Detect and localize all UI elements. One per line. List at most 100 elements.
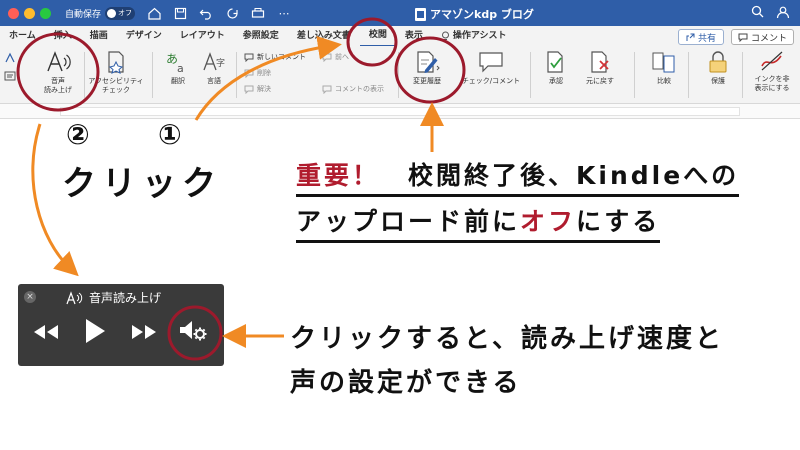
step-2-number: ② bbox=[66, 118, 90, 151]
zoom-window-button[interactable] bbox=[40, 7, 51, 19]
compare-button[interactable]: 比較 bbox=[646, 50, 682, 86]
show-comments-button[interactable]: コメントの表示 bbox=[322, 84, 384, 94]
hide-ink-button[interactable]: インクを非 表示にする bbox=[746, 50, 798, 93]
click-instruction: クリック bbox=[62, 164, 222, 204]
new-comment-icon bbox=[244, 53, 254, 62]
tab-references[interactable]: 参照設定 bbox=[234, 26, 288, 46]
svg-text:字: 字 bbox=[216, 57, 225, 69]
word-count-icon[interactable] bbox=[4, 70, 16, 82]
home-icon[interactable] bbox=[147, 6, 161, 20]
language-label: 言語 bbox=[207, 77, 221, 85]
play-icon bbox=[86, 319, 105, 343]
hide-ink-label-2: 表示にする bbox=[754, 84, 790, 92]
voice-settings-button[interactable] bbox=[178, 318, 208, 348]
autosave-toggle[interactable]: オフ bbox=[105, 6, 136, 20]
important-label: 重要！ bbox=[296, 161, 381, 190]
divider bbox=[688, 52, 689, 98]
show-comments-icon bbox=[322, 85, 332, 94]
play-button[interactable] bbox=[84, 318, 106, 348]
tab-layout[interactable]: レイアウト bbox=[171, 26, 234, 46]
delete-comment-button[interactable]: 削除 bbox=[244, 68, 271, 78]
lightbulb-icon bbox=[441, 31, 449, 40]
rewind-button[interactable] bbox=[32, 322, 60, 346]
show-comments-label: コメントの表示 bbox=[335, 85, 384, 93]
read-aloud-button[interactable]: 音声 読み上げ bbox=[36, 50, 80, 95]
previous-comment-button[interactable]: 前へ bbox=[322, 52, 349, 62]
important-note-line-1: 重要！ 校閲終了後、Kindleへの bbox=[296, 156, 740, 197]
settings-description-line-2: 声の設定ができる bbox=[290, 368, 522, 398]
protect-label: 保護 bbox=[711, 77, 725, 85]
tab-view[interactable]: 表示 bbox=[396, 26, 432, 46]
accept-label: 承認 bbox=[549, 77, 563, 85]
accessibility-check-button[interactable]: アクセシビリティ チェック bbox=[84, 50, 148, 95]
divider bbox=[398, 52, 399, 98]
protect-button[interactable]: 保護 bbox=[700, 50, 736, 86]
read-aloud-icon bbox=[66, 290, 83, 304]
word-document-icon bbox=[415, 7, 426, 21]
fast-forward-button[interactable] bbox=[130, 322, 158, 346]
tab-design[interactable]: デザイン bbox=[117, 26, 171, 46]
tab-tell-me-label: 操作アシスト bbox=[452, 31, 507, 41]
tab-home[interactable]: ホーム bbox=[0, 26, 45, 46]
share-icon bbox=[686, 33, 695, 41]
window-controls bbox=[8, 7, 51, 19]
more-icon[interactable]: ⋯ bbox=[277, 6, 291, 20]
new-comment-button[interactable]: 新しいコメント bbox=[244, 52, 306, 62]
track-changes-button[interactable]: 変更履歴 bbox=[402, 50, 452, 86]
comments-button[interactable]: コメント bbox=[730, 29, 794, 45]
accept-button[interactable]: 承認 bbox=[536, 50, 576, 86]
redo-icon[interactable] bbox=[225, 6, 239, 20]
ribbon-review: 音声 読み上げ アクセシビリティ チェック あ a 翻訳 字 言語 新しいコメン… bbox=[0, 46, 800, 104]
read-aloud-label-1: 音声 bbox=[51, 77, 65, 85]
accessibility-icon bbox=[108, 51, 124, 74]
ruler[interactable] bbox=[0, 104, 800, 119]
translate-button[interactable]: あ a 翻訳 bbox=[160, 50, 196, 86]
rewind-icon bbox=[34, 325, 58, 339]
document-title-text: アマゾンkdp ブログ bbox=[430, 8, 534, 21]
undo-icon[interactable] bbox=[199, 6, 213, 20]
tab-draw[interactable]: 描画 bbox=[81, 26, 117, 46]
markup-comments-button[interactable]: チェック/コメント bbox=[458, 50, 524, 86]
spelling-icon[interactable] bbox=[4, 52, 16, 64]
divider bbox=[634, 52, 635, 98]
tab-insert[interactable]: 挿入 bbox=[45, 26, 81, 46]
close-panel-button[interactable]: × bbox=[24, 291, 36, 303]
hide-ink-icon bbox=[761, 51, 783, 71]
tab-tell-me[interactable]: 操作アシスト bbox=[432, 26, 516, 46]
markup-comments-label: チェック/コメント bbox=[461, 77, 521, 85]
language-icon: 字 bbox=[203, 52, 225, 71]
lock-icon bbox=[709, 51, 727, 73]
save-icon[interactable] bbox=[173, 6, 187, 20]
tab-review[interactable]: 校閲 bbox=[359, 25, 396, 47]
print-icon[interactable] bbox=[251, 6, 265, 20]
divider bbox=[236, 52, 237, 98]
resolve-comment-button[interactable]: 解決 bbox=[244, 84, 271, 94]
accessibility-label-1: アクセシビリティ bbox=[88, 77, 144, 85]
read-aloud-icon bbox=[47, 51, 71, 72]
proofing-group bbox=[4, 52, 16, 82]
read-aloud-panel-title-text: 音声読み上げ bbox=[89, 291, 162, 305]
close-window-button[interactable] bbox=[8, 7, 19, 19]
language-button[interactable]: 字 言語 bbox=[198, 50, 230, 86]
ruler-track bbox=[60, 107, 740, 116]
reject-button[interactable]: 元に戻す bbox=[578, 50, 622, 86]
reject-label: 元に戻す bbox=[586, 77, 614, 85]
comment-icon bbox=[738, 33, 748, 42]
new-comment-label: 新しいコメント bbox=[257, 53, 306, 61]
search-icon[interactable] bbox=[751, 5, 764, 22]
tab-mailings[interactable]: 差し込み文書 bbox=[288, 26, 360, 46]
autosave-label: 自動保存 bbox=[65, 9, 102, 20]
share-label: 共有 bbox=[697, 33, 716, 44]
compare-label: 比較 bbox=[657, 77, 671, 85]
divider bbox=[152, 52, 153, 98]
read-aloud-panel-title: 音声読み上げ bbox=[66, 289, 161, 306]
minimize-window-button[interactable] bbox=[24, 7, 35, 19]
title-bar: 自動保存 オフ ⋯ アマゾンkdp ブログ bbox=[0, 0, 800, 26]
previous-comment-icon bbox=[322, 53, 332, 62]
read-aloud-panel: × 音声読み上げ bbox=[18, 284, 224, 366]
delete-comment-label: 削除 bbox=[257, 69, 271, 77]
accessibility-label-2: チェック bbox=[102, 86, 130, 94]
account-icon[interactable] bbox=[776, 5, 790, 22]
share-button[interactable]: 共有 bbox=[677, 29, 724, 45]
step-1-number: ① bbox=[158, 118, 182, 151]
